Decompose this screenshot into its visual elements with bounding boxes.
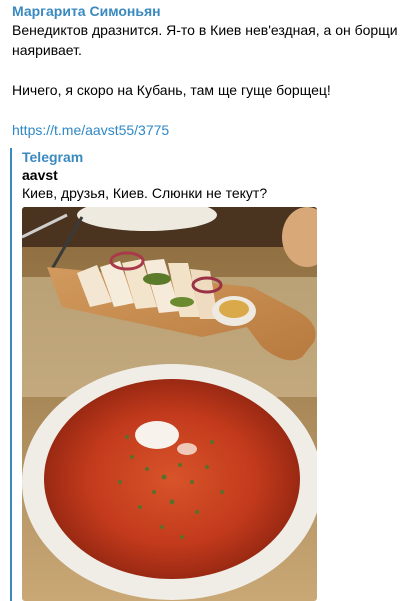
link-preview[interactable]: Telegram aavst Киев, друзья, Киев. Слюнк… xyxy=(10,148,332,601)
message-text-line-3: Ничего, я скоро на Кубань, там ще гуще б… xyxy=(12,82,331,98)
message-bubble: Маргарита Симоньян Венедиктов дразнится.… xyxy=(0,0,417,601)
photo-pickle xyxy=(143,273,171,285)
preview-site-name: Telegram xyxy=(22,149,84,165)
message-author[interactable]: Маргарита Симоньян xyxy=(12,2,405,20)
message-link[interactable]: https://t.me/aavst55/3775 xyxy=(12,120,169,140)
photo-pickle xyxy=(170,297,194,307)
preview-description: Киев, друзья, Киев. Слюнки не текут? xyxy=(22,185,268,201)
photo-sour-cream xyxy=(135,421,179,449)
preview-title: aavst xyxy=(22,167,58,183)
photo-borscht xyxy=(44,379,300,579)
message-text-line-1: Венедиктов дразнится. Я-то в Киев нев'ез… xyxy=(12,22,398,38)
photo-mustard xyxy=(219,300,249,318)
message-text-line-2: наяривает. xyxy=(12,42,82,58)
preview-photo[interactable] xyxy=(22,207,317,601)
